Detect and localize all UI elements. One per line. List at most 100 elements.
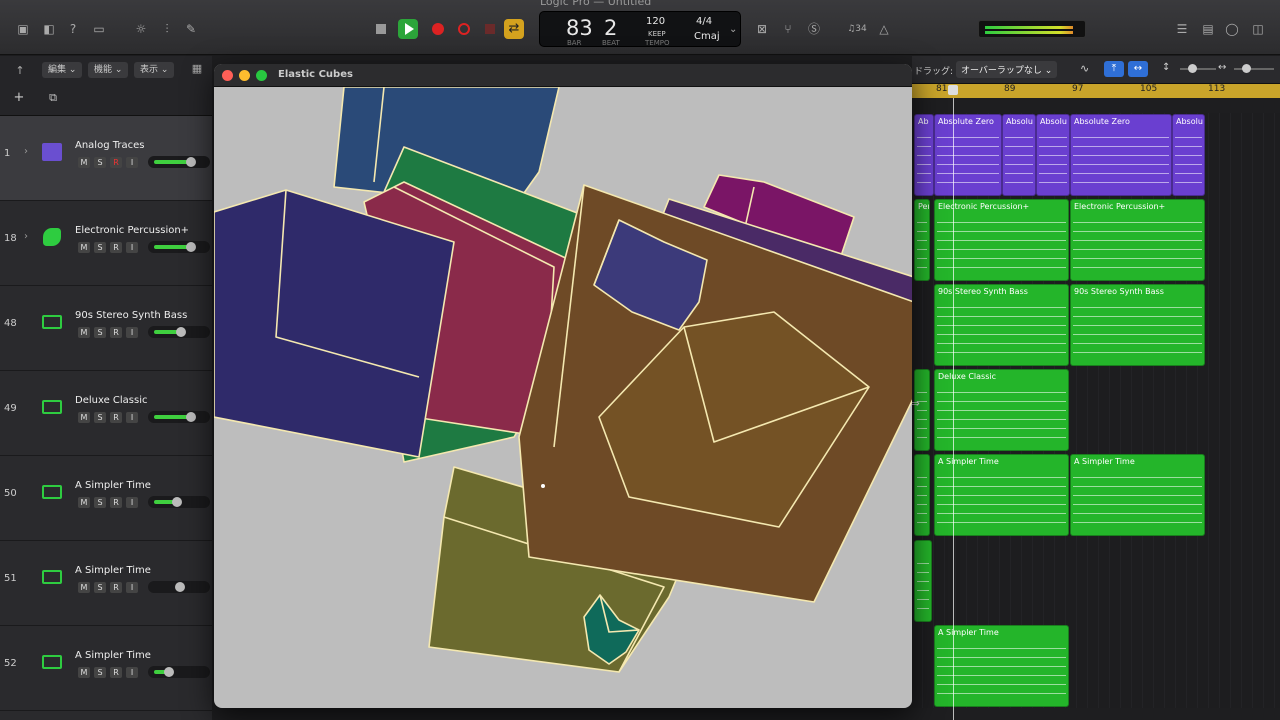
capture-record-button[interactable] [454, 19, 474, 39]
tuner-x-icon[interactable]: ⊠ [752, 20, 772, 38]
browser-icon[interactable]: ◫ [1248, 20, 1268, 38]
track-r-button[interactable]: R [110, 157, 122, 168]
volume-slider[interactable] [148, 666, 210, 678]
vertical-zoom-slider[interactable] [1180, 68, 1216, 70]
volume-knob[interactable] [164, 667, 174, 677]
track-s-button[interactable]: S [94, 667, 106, 678]
zoom-icon[interactable] [256, 70, 267, 81]
add-track-button[interactable]: + [10, 90, 28, 106]
vertical-zoom-icon[interactable]: ⤒ [1104, 61, 1124, 77]
region[interactable]: A Simpler Time [1070, 454, 1205, 536]
mixer-icon[interactable]: ⫶ [158, 20, 176, 38]
count-in-counter[interactable]: ♫34 [842, 20, 872, 38]
region[interactable] [914, 454, 930, 536]
region[interactable]: Absolu [1036, 114, 1070, 196]
region[interactable] [914, 369, 930, 451]
edit-menu[interactable]: 編集 ⌄ [42, 62, 83, 78]
track-name[interactable]: Deluxe Classic [75, 395, 148, 406]
region[interactable]: Electronic Percussion+ [934, 199, 1069, 281]
region[interactable]: 90s Stereo Synth Bass [1070, 284, 1205, 366]
volume-knob[interactable] [186, 242, 196, 252]
track-r-button[interactable]: R [110, 497, 122, 508]
track-s-button[interactable]: S [94, 327, 106, 338]
volume-slider[interactable] [148, 326, 210, 338]
track-name[interactable]: A Simpler Time [75, 480, 151, 491]
metronome-icon[interactable]: △ [874, 20, 894, 38]
track-m-button[interactable]: M [78, 157, 90, 168]
disclosure-chevron-icon[interactable]: › [24, 146, 28, 157]
region[interactable]: 90s Stereo Synth Bass [934, 284, 1069, 366]
track-header[interactable]: 49 Deluxe Classic M S R I [0, 371, 212, 456]
cycle-icon[interactable]: ⇄ [504, 19, 524, 39]
track-r-button[interactable]: R [110, 582, 122, 593]
track-i-button[interactable]: I [126, 497, 138, 508]
cubes-scene[interactable] [214, 87, 912, 708]
plugin-titlebar[interactable]: Elastic Cubes [214, 64, 912, 87]
track-name[interactable]: Electronic Percussion+ [75, 225, 189, 236]
track-r-button[interactable]: R [110, 242, 122, 253]
track-header[interactable]: 1 › Analog Traces M S R I [0, 116, 212, 201]
track-m-button[interactable]: M [78, 582, 90, 593]
track-m-button[interactable]: M [78, 242, 90, 253]
replace-button[interactable] [480, 19, 500, 39]
region[interactable] [914, 540, 932, 622]
grid-icon[interactable]: ▦ [188, 60, 206, 78]
minimize-icon[interactable] [239, 70, 250, 81]
duplicate-track-icon[interactable]: ⧉ [44, 90, 62, 106]
region[interactable]: Deluxe Classic [934, 369, 1069, 451]
track-header[interactable]: 51 A Simpler Time M S R I [0, 541, 212, 626]
bar-ruler[interactable]: 81 89 97 105 113 [912, 84, 1280, 98]
volume-knob[interactable] [172, 497, 182, 507]
function-menu[interactable]: 機能 ⌄ [88, 62, 129, 78]
solo-icon[interactable]: Ⓢ [804, 20, 824, 38]
track-name[interactable]: Analog Traces [75, 140, 144, 151]
region[interactable]: Absolute Zero [1070, 114, 1172, 196]
volume-slider[interactable] [148, 241, 210, 253]
track-i-button[interactable]: I [126, 327, 138, 338]
smart-controls-icon[interactable]: ☼ [132, 20, 150, 38]
track-s-button[interactable]: S [94, 582, 106, 593]
track-r-button[interactable]: R [110, 327, 122, 338]
region[interactable]: Ab [914, 114, 934, 196]
track-name[interactable]: A Simpler Time [75, 650, 151, 661]
track-r-button[interactable]: R [110, 667, 122, 678]
volume-knob[interactable] [186, 157, 196, 167]
inspector-icon[interactable]: ◧ [40, 20, 58, 38]
horizontal-zoom-icon[interactable]: ↔ [1128, 61, 1148, 77]
lcd-display[interactable]: 83 2 BAR BEAT 120 KEEP TEMPO 4/4 Cmaj ⌄ [539, 11, 741, 47]
track-m-button[interactable]: M [78, 412, 90, 423]
region[interactable]: A Simpler Time [934, 625, 1069, 707]
track-i-button[interactable]: I [126, 157, 138, 168]
plugin-window[interactable]: Elastic Cubes [214, 64, 912, 708]
horizontal-zoom-knob[interactable] [1242, 64, 1251, 73]
region[interactable]: Absolu [1002, 114, 1036, 196]
playhead-handle[interactable] [948, 85, 958, 95]
play-button[interactable] [398, 19, 418, 39]
track-i-button[interactable]: I [126, 242, 138, 253]
region[interactable]: Electronic Percussion+ [1070, 199, 1205, 281]
track-name[interactable]: 90s Stereo Synth Bass [75, 310, 187, 321]
track-m-button[interactable]: M [78, 327, 90, 338]
stop-button[interactable] [371, 19, 391, 39]
playhead[interactable] [953, 98, 954, 720]
track-header[interactable]: 52 A Simpler Time M S R I [0, 626, 212, 711]
region[interactable]: Absolute Zero [934, 114, 1002, 196]
track-header[interactable]: 48 90s Stereo Synth Bass M S R I [0, 286, 212, 371]
vertical-zoom-knob[interactable] [1188, 64, 1197, 73]
track-i-button[interactable]: I [126, 412, 138, 423]
waveform-zoom-icon[interactable]: ∿ [1080, 62, 1089, 75]
tuning-fork-icon[interactable]: ⑂ [778, 20, 798, 38]
track-i-button[interactable]: I [126, 582, 138, 593]
horizontal-resize-icon[interactable]: ↔ [1218, 62, 1226, 73]
track-i-button[interactable]: I [126, 667, 138, 678]
track-s-button[interactable]: S [94, 242, 106, 253]
list-editors-icon[interactable]: ☰ [1172, 20, 1192, 38]
horizontal-zoom-slider[interactable] [1234, 68, 1274, 70]
search-icon[interactable]: ◯ [1222, 20, 1242, 38]
track-s-button[interactable]: S [94, 157, 106, 168]
lcd-dropdown-icon[interactable]: ⌄ [729, 24, 737, 35]
track-header[interactable]: 50 A Simpler Time M S R I [0, 456, 212, 541]
region[interactable]: Absolu [1172, 114, 1205, 196]
volume-slider[interactable] [148, 156, 210, 168]
track-r-button[interactable]: R [110, 412, 122, 423]
